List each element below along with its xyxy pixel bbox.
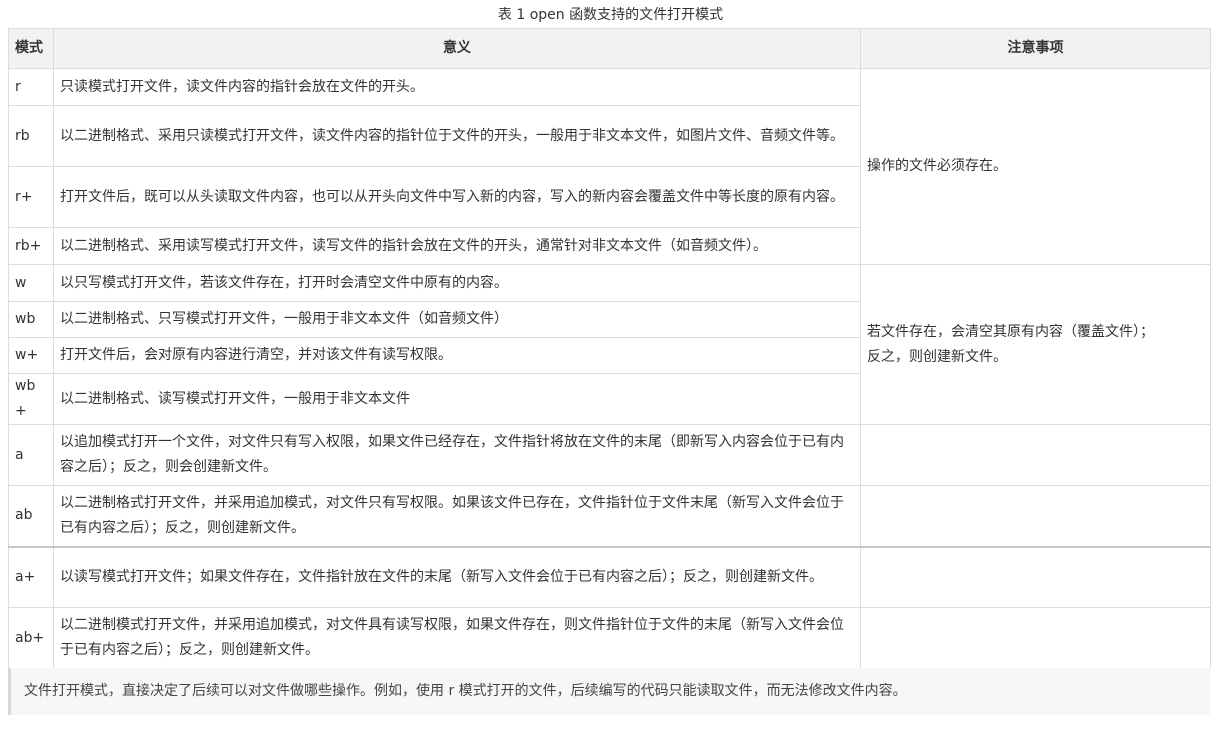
header-mode: 模式	[8, 28, 54, 69]
file-modes-table: 模式 意义 注意事项 r 只读模式打开文件，读文件内容的指针会放在文件的开头。 …	[8, 28, 1211, 669]
tip-callout: 文件打开模式，直接决定了后续可以对文件做哪些操作。例如，使用 r 模式打开的文件…	[8, 668, 1210, 715]
table-row: r 只读模式打开文件，读文件内容的指针会放在文件的开头。 操作的文件必须存在。	[8, 68, 1211, 265]
note-cell-w-group: 若文件存在，会清空其原有内容（覆盖文件）； 反之，则创建新文件。	[860, 264, 1211, 425]
meaning-cell: 以追加模式打开一个文件，对文件只有写入权限，如果文件已经存在，文件指针将放在文件…	[53, 424, 861, 486]
table-caption: 表 1 open 函数支持的文件打开模式	[497, 7, 724, 23]
note-cell-r-group: 操作的文件必须存在。	[860, 68, 1211, 265]
mode-cell: rb	[8, 105, 54, 167]
mode-cell: rb+	[8, 227, 54, 265]
meaning-cell: 以二进制格式、只写模式打开文件，一般用于非文本文件（如音频文件）	[53, 301, 861, 338]
meaning-cell: 打开文件后，既可以从头读取文件内容，也可以从开头向文件中写入新的内容，写入的新内…	[53, 166, 861, 228]
meaning-cell: 以只写模式打开文件，若该文件存在，打开时会清空文件中原有的内容。	[53, 264, 861, 302]
note-cell-empty	[860, 607, 1211, 669]
mode-cell: w	[8, 264, 54, 302]
mode-cell: ab	[8, 485, 54, 547]
meaning-cell: 以读写模式打开文件；如果文件存在，文件指针放在文件的末尾（新写入文件会位于已有内…	[53, 545, 861, 608]
meaning-cell: 只读模式打开文件，读文件内容的指针会放在文件的开头。	[53, 68, 861, 106]
table-row: a 以追加模式打开一个文件，对文件只有写入权限，如果文件已经存在，文件指针将放在…	[8, 424, 1211, 486]
meaning-cell: 以二进制格式、采用读写模式打开文件，读写文件的指针会放在文件的开头，通常针对非文…	[53, 227, 861, 265]
meaning-cell: 以二进制模式打开文件，并采用追加模式，对文件具有读写权限，如果文件存在，则文件指…	[53, 607, 861, 669]
note-cell-empty	[860, 545, 1211, 608]
note-cell-empty	[860, 424, 1211, 486]
note-w-line1: 若文件存在，会清空其原有内容（覆盖文件）；	[867, 323, 1154, 340]
note-cell-empty	[860, 485, 1211, 547]
mode-cell: w+	[8, 337, 54, 374]
mode-cell: r	[8, 68, 54, 106]
table-row: w 以只写模式打开文件，若该文件存在，打开时会清空文件中原有的内容。 若文件存在…	[8, 264, 1211, 425]
meaning-cell: 以二进制格式、读写模式打开文件，一般用于非文本文件	[53, 373, 861, 425]
table-row: ab 以二进制格式打开文件，并采用追加模式，对文件只有写权限。如果该文件已存在，…	[8, 485, 1211, 547]
meaning-cell: 打开文件后，会对原有内容进行清空，并对该文件有读写权限。	[53, 337, 861, 374]
mode-cell: wb+	[8, 373, 54, 425]
meaning-cell: 以二进制格式打开文件，并采用追加模式，对文件只有写权限。如果该文件已存在，文件指…	[53, 485, 861, 547]
header-notes: 注意事项	[860, 28, 1211, 69]
table-row: ab+ 以二进制模式打开文件，并采用追加模式，对文件具有读写权限，如果文件存在，…	[8, 607, 1211, 669]
meaning-cell: 以二进制格式、采用只读模式打开文件，读文件内容的指针位于文件的开头，一般用于非文…	[53, 105, 861, 167]
table-header-row: 模式 意义 注意事项	[8, 28, 1211, 69]
mode-cell: wb	[8, 301, 54, 338]
mode-cell: r+	[8, 166, 54, 228]
mode-cell: a+	[8, 545, 54, 608]
mode-cell: ab+	[8, 607, 54, 669]
header-meaning: 意义	[53, 28, 861, 69]
note-w-line2: 反之，则创建新文件。	[867, 348, 1007, 365]
mode-cell: a	[8, 424, 54, 486]
table-row: a+ 以读写模式打开文件；如果文件存在，文件指针放在文件的末尾（新写入文件会位于…	[8, 545, 1211, 608]
